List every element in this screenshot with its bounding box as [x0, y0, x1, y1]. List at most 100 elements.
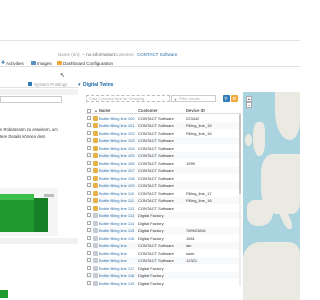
row-name-link[interactable]: Bottle filling line 112 — [99, 206, 137, 211]
section-title: Digital Twins — [83, 82, 114, 88]
column-header-name[interactable]: Name — [99, 108, 110, 113]
select-all-checkbox[interactable] — [87, 108, 91, 113]
sort-asc-icon: ▲ — [94, 108, 98, 113]
row-checkbox[interactable] — [87, 280, 91, 285]
left-panel-input[interactable] — [0, 96, 62, 103]
row-checkbox[interactable] — [87, 168, 91, 172]
digital-twin-icon — [93, 273, 98, 278]
row-name-link[interactable]: Bottle filling line 100 — [99, 116, 137, 121]
row-name-link[interactable]: Bottle filling line 109 — [99, 183, 137, 188]
row-checkbox[interactable] — [87, 138, 91, 142]
row-name-link[interactable]: Bottle filling line 102 — [99, 131, 137, 136]
row-checkbox[interactable] — [87, 228, 91, 232]
row-name-link[interactable]: Bottle filling line — [99, 258, 137, 263]
row-checkbox[interactable] — [87, 235, 91, 240]
table-row[interactable]: Bottle filling line CONTACT Software 12321 — [86, 256, 241, 264]
row-checkbox[interactable] — [87, 123, 91, 127]
column-header-device-id[interactable]: Device ID — [186, 108, 205, 113]
table-row[interactable]: Bottle filling line 101 CONTACT Software F… — [86, 121, 241, 129]
row-checkbox[interactable] — [87, 243, 91, 247]
table-row[interactable]: Bottle filling line 112 CONTACT Software — [86, 204, 241, 212]
row-name-link[interactable]: Bottle filling line 107 — [99, 168, 137, 173]
system-postings-checkbox[interactable] — [28, 82, 32, 86]
table-row[interactable]: Bottle filling line 117 Digital Factory — [86, 264, 241, 272]
digital-twin-icon — [93, 160, 98, 166]
customer-link[interactable]: CONTACT Software — [137, 52, 177, 57]
row-checkbox[interactable] — [87, 205, 91, 210]
table-row[interactable]: Bottle filling line 105 CONTACT Software — [86, 151, 241, 159]
section-header[interactable]: ▾ Digital Twins — [78, 81, 158, 89]
table-row[interactable]: Bottle filling line 116 Digital Factory 15… — [86, 234, 241, 242]
digital-twin-icon — [93, 183, 98, 188]
row-checkbox[interactable] — [87, 198, 91, 202]
table-row[interactable]: Bottle filling line 109 CONTACT Software — [86, 181, 241, 189]
row-name-link[interactable]: Bottle filling line 111 — [99, 198, 137, 203]
map-view[interactable]: + − — [243, 92, 300, 300]
grid-scrollbar-thumb[interactable] — [239, 114, 241, 194]
map-zoom-out-button[interactable]: − — [246, 102, 252, 109]
row-name-link[interactable]: Bottle filling line 104 — [99, 146, 137, 151]
digital-twin-icon — [93, 243, 98, 248]
table-row[interactable]: Bottle filling line 113 Digital Factory — [86, 211, 241, 219]
machine-shadow — [34, 198, 48, 232]
table-row[interactable]: Bottle filling line 104 CONTACT Software — [86, 144, 241, 152]
table-row[interactable]: Bottle filling line 103 CONTACT Software — [86, 136, 241, 144]
grouping-drop-zone[interactable]: Drag Columns here for Grouping — [86, 95, 170, 102]
filter-input[interactable]: ▼ Filter results ... — [171, 95, 216, 102]
table-row[interactable]: Bottle filling line 106 CONTACT Software 1… — [86, 159, 241, 167]
row-name-link[interactable]: Bottle filling line 116 — [99, 236, 137, 241]
table-row[interactable]: Bottle filling line CONTACT Software lan — [86, 241, 241, 249]
settings-button[interactable]: ⚙ — [231, 95, 238, 102]
row-checkbox[interactable] — [87, 213, 91, 217]
row-name-link[interactable]: Bottle filling line 103 — [99, 138, 137, 143]
row-checkbox[interactable] — [87, 265, 91, 270]
row-name-link[interactable]: Bottle filling line — [99, 243, 137, 248]
table-row[interactable]: Bottle filling line 102 CONTACT Software F… — [86, 129, 241, 137]
row-name-link[interactable]: Bottle filling line 118 — [99, 273, 137, 278]
row-name-link[interactable]: Bottle filling line 115 — [99, 228, 137, 233]
row-checkbox[interactable] — [87, 220, 91, 225]
row-checkbox[interactable] — [87, 160, 91, 165]
row-name-link[interactable]: Bottle filling line 117 — [99, 266, 137, 271]
table-row[interactable]: Bottle filling line 110 CONTACT Software F… — [86, 189, 241, 197]
row-name-link[interactable]: Bottle filling line 114 — [99, 221, 137, 226]
row-name-link[interactable]: Bottle filling line 105 — [99, 153, 137, 158]
row-checkbox[interactable] — [87, 175, 91, 180]
table-row[interactable]: Bottle filling line 119 Digital Factory — [86, 279, 241, 287]
table-row[interactable]: Bottle filling line 115 Digital Factory 78… — [86, 226, 241, 234]
table-row[interactable]: Bottle filling line 100 CONTACT Software 2… — [86, 114, 241, 122]
row-name-link[interactable]: Bottle filling line 119 — [99, 281, 137, 286]
table-row[interactable]: Bottle filling line 118 Digital Factory — [86, 271, 241, 279]
thumbnail[interactable] — [0, 290, 8, 298]
row-checkbox[interactable] — [87, 145, 91, 150]
column-header-customer[interactable]: Customer — [138, 108, 158, 113]
table-row[interactable]: Bottle filling line 111 CONTACT Software F… — [86, 196, 241, 204]
row-checkbox[interactable] — [87, 250, 91, 255]
row-checkbox[interactable] — [87, 153, 91, 157]
search-button[interactable]: ⚲ — [223, 95, 230, 102]
row-checkbox[interactable] — [87, 115, 91, 120]
row-name-link[interactable]: Bottle filling line 101 — [99, 123, 137, 128]
grid-scrollbar[interactable] — [239, 114, 241, 286]
row-name-link[interactable]: Bottle filling line 106 — [99, 161, 137, 166]
table-row[interactable]: Bottle filling line 107 CONTACT Software — [86, 166, 241, 174]
row-device-id: Filling_line_18 — [186, 198, 212, 203]
row-name-link[interactable]: Bottle filling line 108 — [99, 176, 137, 181]
row-name-link[interactable]: Bottle filling line 110 — [99, 191, 137, 196]
row-checkbox[interactable] — [87, 258, 91, 262]
row-checkbox[interactable] — [87, 273, 91, 277]
row-customer: CONTACT Software — [138, 183, 174, 188]
tab-dashboard-configuration[interactable]: Dashboard Configuration — [57, 59, 117, 66]
row-name-link[interactable]: Bottle filling line 113 — [99, 213, 137, 218]
row-checkbox[interactable] — [87, 190, 91, 195]
row-checkbox[interactable] — [87, 130, 91, 135]
table-row[interactable]: Bottle filling line 114 Digital Factory — [86, 219, 241, 227]
row-customer: CONTACT Software — [138, 175, 174, 181]
row-device-id: 1999 — [186, 160, 195, 166]
row-name-link[interactable]: Bottle filling line — [99, 251, 137, 256]
row-customer: Digital Factory — [138, 220, 164, 226]
row-customer: CONTACT Software — [138, 168, 174, 173]
table-row[interactable]: Bottle filling line CONTACT Software swre — [86, 249, 241, 257]
table-row[interactable]: Bottle filling line 108 CONTACT Software — [86, 174, 241, 182]
row-checkbox[interactable] — [87, 183, 91, 187]
